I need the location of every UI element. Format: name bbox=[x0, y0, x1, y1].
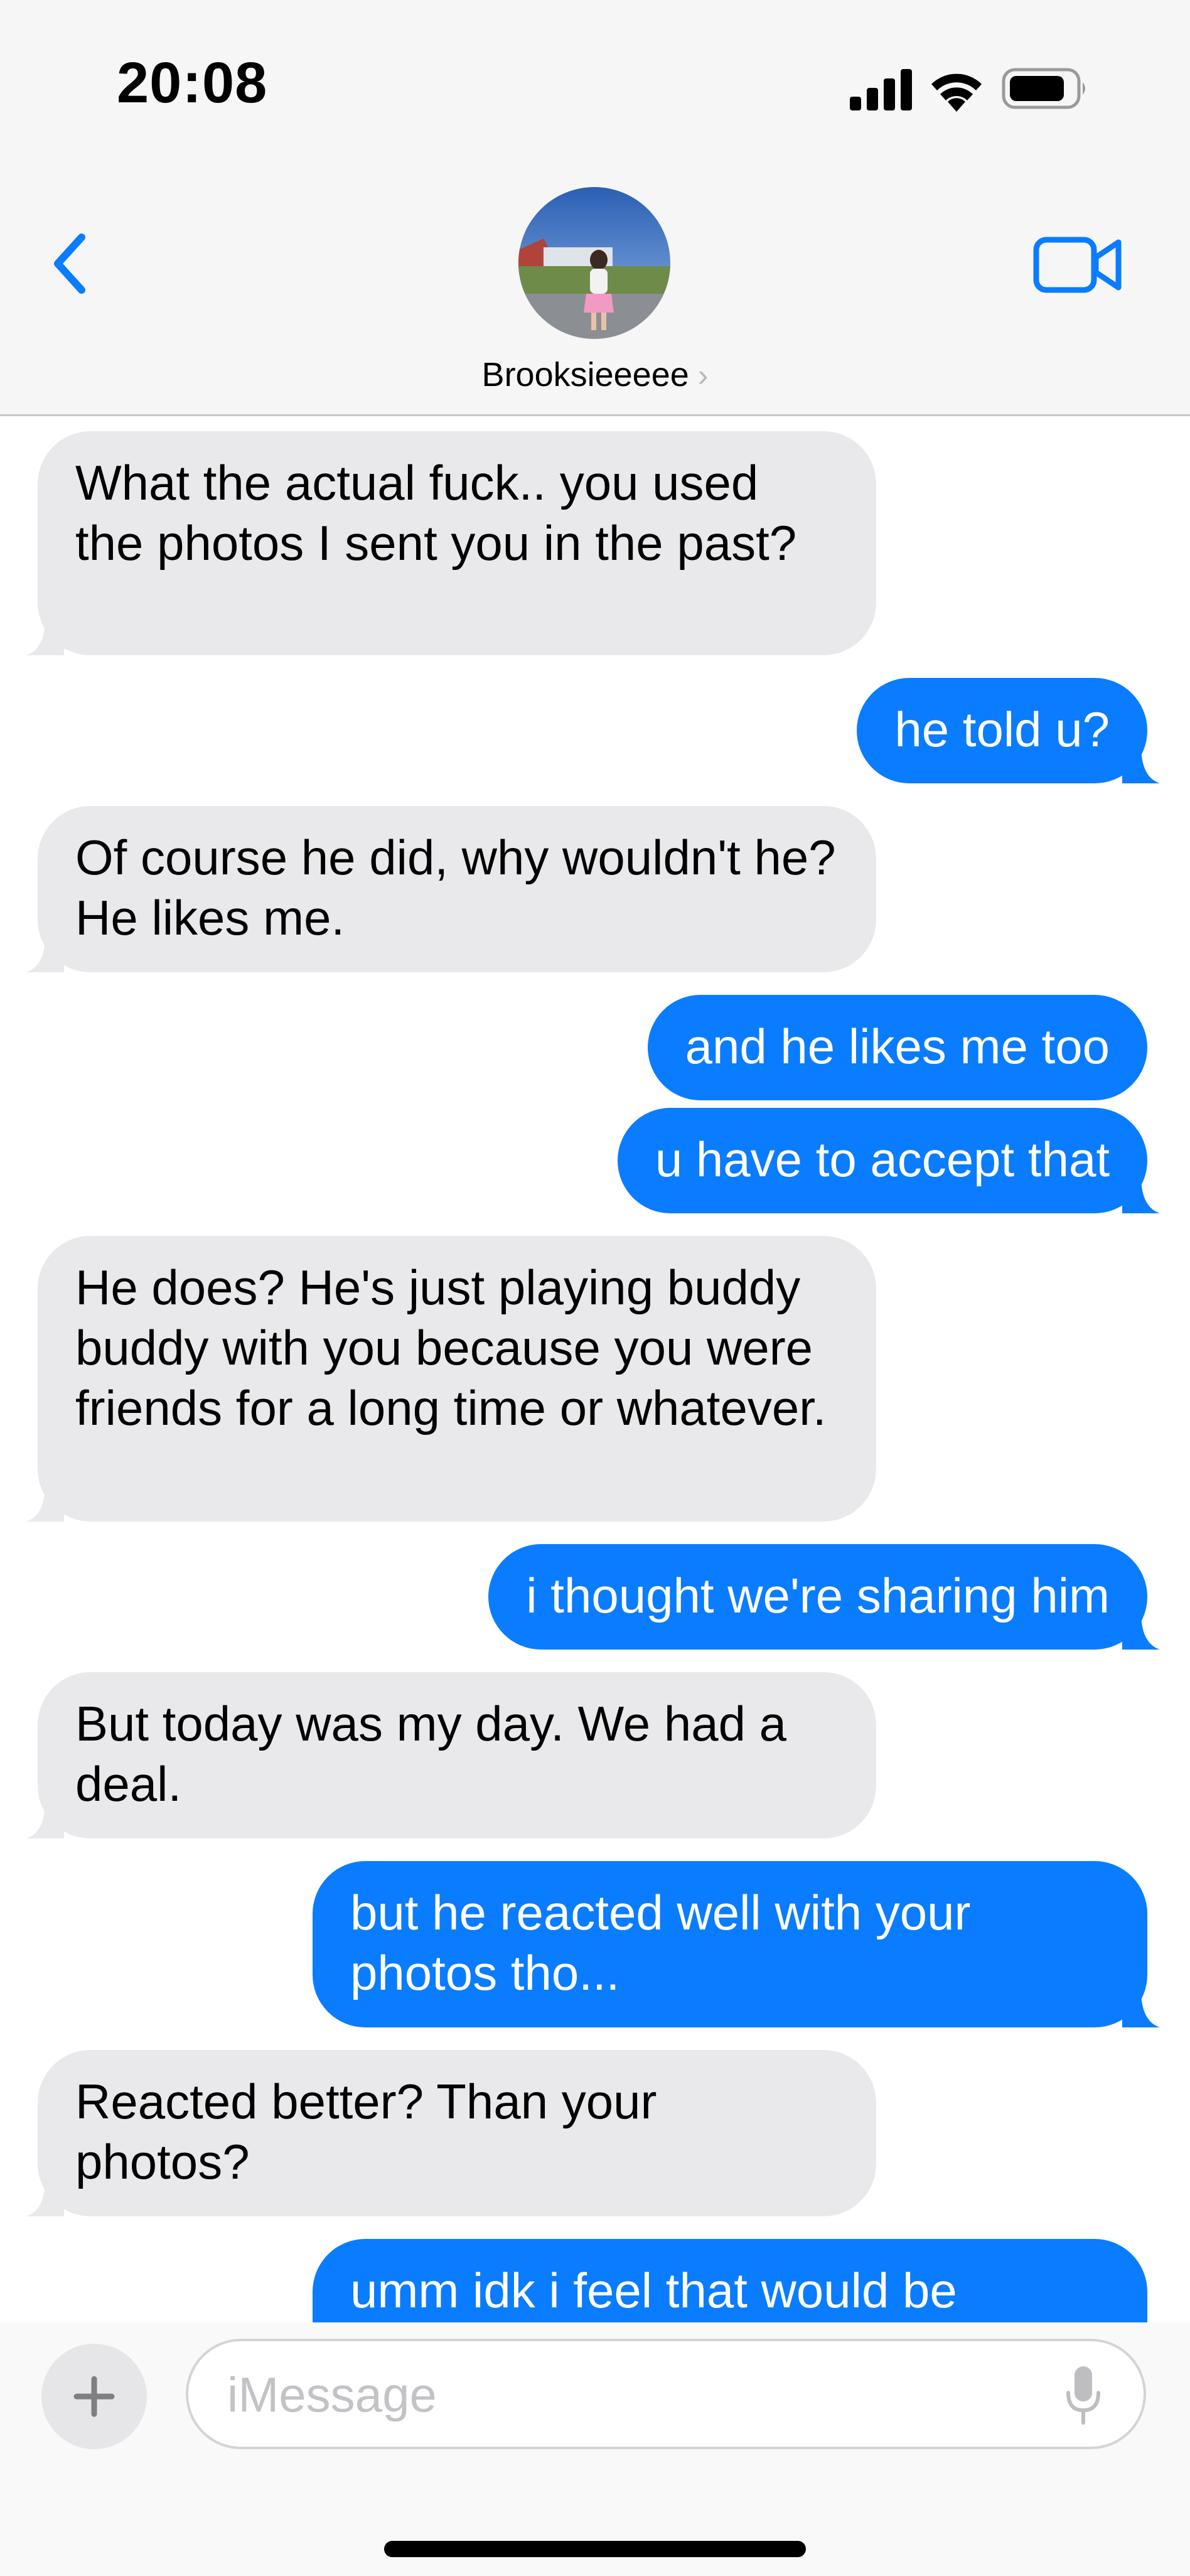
bubble-tail bbox=[26, 2179, 64, 2216]
bubble-tail bbox=[26, 618, 64, 655]
incoming-message[interactable]: What the actual fuck.. you used the phot… bbox=[26, 431, 876, 655]
message-text: But today was my day. We had a deal. bbox=[75, 1696, 787, 1811]
plus-icon bbox=[73, 2376, 115, 2417]
bubble-tail bbox=[26, 935, 64, 972]
outgoing-message[interactable]: i thought we're sharing him bbox=[488, 1544, 1160, 1650]
incoming-message[interactable]: But today was my day. We had a deal. bbox=[26, 1672, 876, 1838]
status-time: 20:08 bbox=[117, 51, 268, 115]
cellular-signal-icon bbox=[850, 69, 912, 110]
message-input[interactable] bbox=[226, 2359, 1044, 2430]
message-text: i thought we're sharing him bbox=[526, 1568, 1110, 1623]
outgoing-message[interactable]: umm idk i feel that would be bbox=[313, 2239, 1147, 2322]
contact-name-label: Brooksieeeee bbox=[481, 356, 689, 394]
bubble-tail bbox=[1122, 1612, 1160, 1650]
message-text: he told u? bbox=[894, 702, 1110, 757]
bubble-tail bbox=[1122, 746, 1160, 783]
incoming-message[interactable]: Reacted better? Than your photos? bbox=[26, 2050, 876, 2216]
video-call-icon[interactable] bbox=[1033, 232, 1123, 298]
composer-bar bbox=[0, 2322, 1190, 2576]
conversation-header: 20:08 Brooksieeeee › bbox=[0, 0, 1190, 416]
messages-screen: 20:08 Brooksieeeee › What the actual fuc… bbox=[0, 0, 1190, 2576]
apps-plus-button[interactable] bbox=[41, 2344, 147, 2449]
message-text: Of course he did, why wouldn't he? He li… bbox=[75, 830, 836, 945]
outgoing-message[interactable]: but he reacted well with your photos tho… bbox=[313, 1861, 1160, 2027]
message-text: umm idk i feel that would be bbox=[350, 2263, 957, 2318]
home-indicator[interactable] bbox=[384, 2541, 806, 2557]
message-text: but he reacted well with your photos tho… bbox=[350, 1885, 971, 2000]
outgoing-message[interactable]: he told u? bbox=[857, 678, 1160, 783]
message-thread: What the actual fuck.. you used the phot… bbox=[0, 416, 1190, 2322]
outgoing-message[interactable]: u have to accept that bbox=[617, 1108, 1160, 1213]
message-text: and he likes me too bbox=[685, 1019, 1110, 1074]
bubble-tail bbox=[26, 1801, 64, 1838]
battery-icon bbox=[1002, 68, 1085, 109]
outgoing-message[interactable]: and he likes me too bbox=[647, 995, 1147, 1100]
incoming-message[interactable]: He does? He's just playing buddy buddy w… bbox=[26, 1236, 876, 1521]
wifi-icon bbox=[931, 73, 982, 112]
bubble-tail bbox=[1122, 1990, 1160, 2027]
microphone-icon[interactable] bbox=[1063, 2364, 1103, 2427]
message-input-field[interactable] bbox=[186, 2339, 1146, 2449]
message-text: He does? He's just playing buddy buddy w… bbox=[75, 1260, 827, 1436]
bubble-tail bbox=[1122, 1176, 1160, 1213]
bubble-tail bbox=[26, 1484, 64, 1521]
contact-photo bbox=[518, 187, 670, 339]
message-text: Reacted better? Than your photos? bbox=[75, 2074, 657, 2189]
incoming-message[interactable]: Of course he did, why wouldn't he? He li… bbox=[26, 806, 876, 972]
avatar[interactable] bbox=[518, 187, 670, 339]
back-chevron-icon[interactable] bbox=[45, 226, 95, 301]
contact-name[interactable]: Brooksieeeee › bbox=[0, 355, 1190, 394]
message-text: u have to accept that bbox=[655, 1132, 1110, 1187]
chevron-right-icon: › bbox=[697, 358, 709, 393]
message-text: What the actual fuck.. you used the phot… bbox=[75, 455, 797, 571]
